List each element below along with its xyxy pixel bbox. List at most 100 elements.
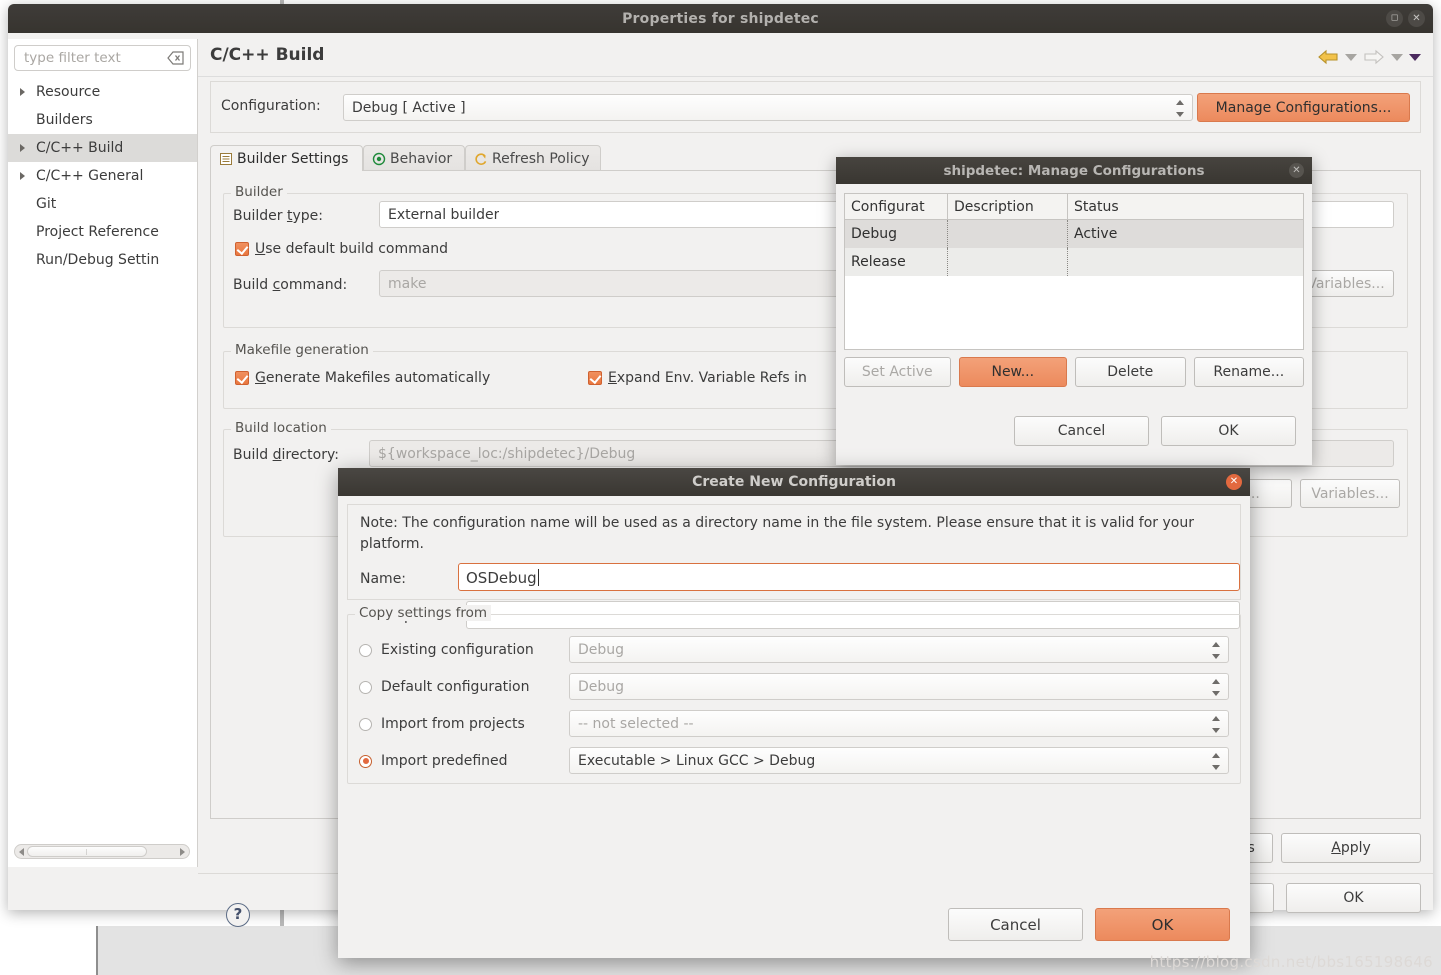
chevron-right-icon[interactable] bbox=[20, 172, 25, 180]
existing-configuration-select[interactable]: Debug bbox=[569, 636, 1229, 663]
radio-label: Default configuration bbox=[381, 679, 529, 695]
clear-filter-icon[interactable] bbox=[167, 51, 184, 65]
import-from-projects-select[interactable]: -- not selected -- bbox=[569, 710, 1229, 737]
build-dir-variables-button[interactable]: Variables... bbox=[1300, 479, 1400, 508]
checkbox-icon[interactable] bbox=[235, 242, 249, 256]
default-configuration-select[interactable]: Debug bbox=[569, 673, 1229, 700]
maximize-icon[interactable]: ◻ bbox=[1386, 10, 1403, 27]
sidebar-item-cpp-general[interactable]: C/C++ General bbox=[8, 162, 197, 190]
sidebar-item-label: Resource bbox=[36, 84, 100, 100]
tab-label: Refresh Policy bbox=[492, 147, 590, 171]
configuration-bar: Configuration: Debug [ Active ] Manage C… bbox=[210, 81, 1421, 133]
chevron-right-icon[interactable] bbox=[20, 144, 25, 152]
sidebar-item-builders[interactable]: Builders bbox=[8, 106, 197, 134]
table-header-row: Configurat Description Status bbox=[845, 194, 1303, 220]
tab-refresh-policy[interactable]: Refresh Policy bbox=[465, 145, 601, 171]
configurations-table[interactable]: Configurat Description Status Debug Acti… bbox=[844, 193, 1304, 350]
chevron-right-icon[interactable] bbox=[20, 88, 25, 96]
search-input[interactable] bbox=[22, 46, 162, 70]
apply-button[interactable]: Apply bbox=[1281, 833, 1421, 863]
use-default-build-command-checkbox[interactable]: Use default build command bbox=[235, 241, 448, 257]
build-directory-label: Build directory: bbox=[233, 447, 339, 463]
cell-configuration: Debug bbox=[845, 220, 948, 248]
radio-default-configuration[interactable]: Default configuration bbox=[359, 673, 529, 701]
radio-icon[interactable] bbox=[359, 718, 372, 731]
build-command-variables-button[interactable]: Variables... bbox=[1298, 270, 1394, 297]
makefile-group-legend: Makefile generation bbox=[231, 342, 373, 358]
name-label: Name: bbox=[360, 571, 406, 587]
name-field[interactable]: OSDebug bbox=[458, 563, 1240, 591]
rename-configuration-button[interactable]: Rename... bbox=[1194, 357, 1304, 387]
existing-configuration-value: Debug bbox=[578, 637, 624, 664]
copy-settings-group: Copy settings from Existing configuratio… bbox=[347, 614, 1241, 784]
spinner-icon[interactable] bbox=[1176, 99, 1185, 118]
delete-configuration-button[interactable]: Delete bbox=[1075, 357, 1185, 387]
ok-button-main[interactable]: OK bbox=[1286, 883, 1421, 913]
manage-configurations-button[interactable]: Manage Configurations... bbox=[1197, 93, 1410, 122]
filter-box[interactable] bbox=[14, 45, 191, 71]
default-configuration-value: Debug bbox=[578, 674, 624, 701]
sidebar-item-label: Builders bbox=[36, 112, 93, 128]
spinner-icon[interactable] bbox=[1212, 678, 1221, 697]
radio-import-predefined[interactable]: Import predefined bbox=[359, 747, 508, 775]
import-from-projects-value: -- not selected -- bbox=[578, 711, 694, 738]
cancel-button[interactable]: Cancel bbox=[1014, 416, 1149, 446]
help-icon[interactable]: ? bbox=[226, 903, 250, 927]
close-icon[interactable]: ✕ bbox=[1289, 163, 1304, 178]
sidebar-item-project-reference[interactable]: Project Reference bbox=[8, 218, 197, 246]
cell-configuration: Release bbox=[845, 248, 948, 276]
copy-settings-legend: Copy settings from bbox=[355, 605, 491, 621]
sidebar-item-run-debug-settings[interactable]: Run/Debug Settin bbox=[8, 246, 197, 274]
checkbox-icon[interactable] bbox=[588, 371, 602, 385]
back-history-chevron-down-icon[interactable] bbox=[1345, 54, 1357, 61]
close-icon[interactable]: ✕ bbox=[1226, 474, 1242, 490]
radio-import-from-projects[interactable]: Import from projects bbox=[359, 710, 525, 738]
sidebar-item-resource[interactable]: Resource bbox=[8, 78, 197, 106]
column-header-description[interactable]: Description bbox=[948, 194, 1068, 219]
build-command-value: make bbox=[388, 271, 426, 298]
configuration-value: Debug [ Active ] bbox=[352, 95, 466, 122]
tab-builder-settings[interactable]: Builder Settings bbox=[210, 145, 363, 171]
spinner-icon[interactable] bbox=[1212, 715, 1221, 734]
filter-wrapper bbox=[8, 39, 197, 71]
scrollbar-thumb[interactable]: ⁝ bbox=[27, 846, 147, 857]
generate-makefiles-checkbox[interactable]: Generate Makefiles automatically bbox=[235, 370, 490, 386]
sidebar-item-cpp-build[interactable]: C/C++ Build bbox=[8, 134, 197, 162]
radio-icon[interactable] bbox=[359, 681, 372, 694]
scroll-left-icon[interactable] bbox=[19, 848, 24, 856]
import-predefined-select[interactable]: Executable > Linux GCC > Debug bbox=[569, 747, 1229, 774]
radio-icon[interactable] bbox=[359, 644, 372, 657]
table-row[interactable]: Debug Active bbox=[845, 220, 1303, 248]
target-icon bbox=[372, 152, 386, 166]
radio-label: Import from projects bbox=[381, 716, 525, 732]
column-header-status[interactable]: Status bbox=[1068, 194, 1303, 219]
tab-behavior[interactable]: Behavior bbox=[363, 145, 465, 171]
set-active-button[interactable]: Set Active bbox=[844, 357, 951, 387]
expand-env-variable-refs-checkbox[interactable]: Expand Env. Variable Refs in bbox=[588, 370, 807, 386]
radio-icon[interactable] bbox=[359, 755, 372, 768]
spinner-icon[interactable] bbox=[1212, 641, 1221, 660]
cancel-button[interactable]: Cancel bbox=[948, 908, 1083, 941]
back-arrow-icon[interactable] bbox=[1317, 48, 1339, 66]
view-menu-chevron-down-icon[interactable] bbox=[1409, 54, 1421, 61]
new-configuration-button[interactable]: New... bbox=[959, 357, 1068, 387]
spinner-icon[interactable] bbox=[1212, 752, 1221, 771]
cell-status bbox=[1068, 248, 1303, 276]
forward-history-chevron-down-icon[interactable] bbox=[1391, 54, 1403, 61]
tree-horizontal-scrollbar[interactable]: ⁝ bbox=[14, 844, 190, 859]
checkbox-icon[interactable] bbox=[235, 371, 249, 385]
ok-button[interactable]: OK bbox=[1161, 416, 1296, 446]
scroll-right-icon[interactable] bbox=[180, 848, 185, 856]
list-icon bbox=[219, 152, 233, 166]
configuration-select[interactable]: Debug [ Active ] bbox=[343, 94, 1193, 121]
column-header-configuration[interactable]: Configurat bbox=[845, 194, 948, 219]
manage-dialog-titlebar: shipdetec: Manage Configurations ✕ bbox=[836, 157, 1312, 184]
sidebar-item-git[interactable]: Git bbox=[8, 190, 197, 218]
radio-existing-configuration[interactable]: Existing configuration bbox=[359, 636, 534, 664]
close-icon[interactable]: ✕ bbox=[1408, 10, 1425, 27]
properties-tree: Resource Builders C/C++ Build C/C++ Gene… bbox=[8, 78, 197, 274]
checkbox-label: Expand Env. Variable Refs in bbox=[608, 370, 807, 386]
page-header: C/C++ Build bbox=[198, 39, 1433, 77]
table-row[interactable]: Release bbox=[845, 248, 1303, 276]
ok-button[interactable]: OK bbox=[1095, 908, 1230, 941]
